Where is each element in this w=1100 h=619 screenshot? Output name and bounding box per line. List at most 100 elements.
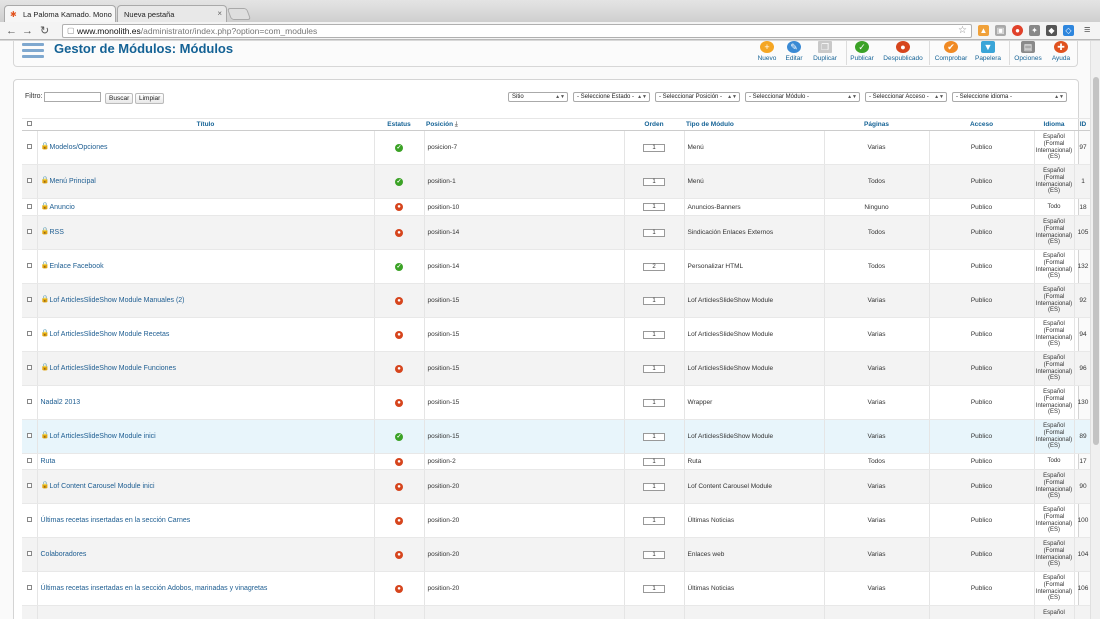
table-row[interactable]: 🔒Lof Content Carousel Module inici ● posit… [22,469,1093,504]
table-row[interactable]: 🔒Anuncio ● position-10 1 Anuncios-Banners Nin… [22,198,1093,216]
module-title-link[interactable]: Últimas recetas insertadas en la sección… [41,517,191,524]
module-title-link[interactable]: Lof ArticlesSlideShow Module Recetas [50,331,170,338]
checkin-button[interactable]: ✔ Comprobar [931,41,971,62]
order-input[interactable]: 1 [643,584,665,593]
row-checkbox-cell[interactable] [22,385,38,420]
row-checkbox-cell[interactable] [22,317,38,352]
table-row[interactable]: 🔒RSS ● position-14 1 Sindicación Enlaces Ext… [22,215,1093,250]
row-checkbox-cell[interactable] [22,249,38,284]
column-header-type[interactable]: Tipo de Módulo [684,118,824,131]
published-check-icon[interactable]: ✓ [395,432,403,441]
module-title-link[interactable]: Menú Principal [50,178,96,185]
lock-icon[interactable]: 🔒 [41,482,50,489]
unpublished-icon[interactable]: ● [395,364,403,373]
table-row[interactable]: Últimas recetas insertadas en la sección… [22,571,1093,606]
order-input[interactable]: 1 [643,457,665,466]
column-header-access[interactable]: Acceso [929,118,1034,131]
reload-icon[interactable]: ↻ [40,24,49,38]
extension-icon[interactable]: ▣ [995,25,1006,36]
module-title-link[interactable]: Lof ArticlesSlideShow Module Manuales (2… [50,297,185,304]
order-input[interactable]: 1 [643,177,665,186]
row-checkbox[interactable] [26,178,32,183]
module-title-link[interactable]: Lof Content Carousel Module inici [50,483,155,490]
published-check-icon[interactable]: ✓ [395,143,403,152]
publish-button[interactable]: ✓ Publicar [842,41,882,62]
order-input[interactable]: 1 [643,203,665,211]
clear-button[interactable]: Limpiar [135,93,165,104]
module-title-link[interactable]: RSS [50,229,64,236]
row-checkbox[interactable] [26,331,32,336]
column-header-title[interactable]: Título [37,118,374,131]
table-row[interactable]: 🔒Enlace Facebook ✓ position-14 2 Personaliza… [22,249,1093,284]
row-checkbox-cell[interactable] [22,283,38,318]
lock-icon[interactable]: 🔒 [41,296,50,303]
published-check-icon[interactable]: ✓ [395,177,403,186]
scrollbar-thumb[interactable] [1093,77,1099,445]
table-row[interactable]: Nadal2 2013 ● position-15 1 Wrapper Varias Pub… [22,385,1093,420]
row-checkbox-cell[interactable] [22,537,38,572]
status-select[interactable]: - Seleccione Estado - ▲▼ [573,92,650,102]
row-checkbox[interactable] [26,263,32,268]
order-input[interactable]: 1 [643,432,665,441]
row-checkbox[interactable] [26,458,32,463]
table-row[interactable]: Ruta ● position-2 1 Ruta Todos Publico Todo 17 [22,453,1093,470]
row-checkbox-cell[interactable] [22,419,38,454]
unpublished-icon[interactable]: ● [395,516,403,525]
unpublished-icon[interactable]: ● [395,550,403,559]
row-checkbox-cell[interactable] [22,351,38,386]
row-checkbox-cell[interactable] [22,130,38,165]
row-checkbox[interactable] [26,517,32,522]
options-button[interactable]: ▤ Opciones [1008,41,1048,62]
table-row[interactable]: 🔒Modelos/Opciones ✓ posicion-7 1 Menú Varias P… [22,130,1093,165]
row-checkbox[interactable] [26,399,32,404]
module-title-link[interactable]: Lof ArticlesSlideShow Module inici [50,433,156,440]
order-input[interactable]: 1 [643,228,665,237]
table-row[interactable]: 🔒Menú Principal ✓ position-1 1 Menú Todos Publ… [22,164,1093,199]
forward-arrow-icon[interactable]: → [22,24,33,38]
column-header-pages[interactable]: Páginas [824,118,929,131]
row-checkbox[interactable] [26,483,32,488]
shield-icon[interactable]: ◇ [1063,25,1074,36]
table-row[interactable]: 🔒Lof ArticlesSlideShow Module inici ✓ posi… [22,419,1093,454]
unpublished-icon[interactable]: ● [395,398,403,407]
language-select[interactable]: - Seleccione idioma - ▲▼ [952,92,1067,102]
unpublished-icon[interactable]: ● [395,330,403,339]
lock-icon[interactable]: 🔒 [41,262,50,269]
column-header-order[interactable]: Orden [624,118,684,131]
lock-icon[interactable]: 🔒 [41,177,50,184]
order-input[interactable]: 2 [643,262,665,271]
select-all-checkbox[interactable] [22,118,37,131]
module-title-link[interactable]: Anuncio [50,204,75,211]
table-row[interactable]: 🔒Lof ArticlesSlideShow Module Recetas ● po… [22,317,1093,352]
trash-button[interactable]: ▼ Papelera [968,41,1008,62]
table-row[interactable]: 🔒Lof ArticlesSlideShow Module Manuales (… [22,283,1093,318]
module-title-link[interactable]: Enlace Facebook [50,263,104,270]
order-input[interactable]: 1 [643,296,665,305]
row-checkbox-cell[interactable] [22,503,38,538]
table-row[interactable]: Colaboradores ● position-20 1 Enlaces web Var… [22,537,1093,572]
order-input[interactable]: 1 [643,364,665,373]
unpublished-icon[interactable]: ● [395,228,403,237]
module-select[interactable]: - Seleccionar Módulo - ▲▼ [745,92,860,102]
access-select[interactable]: - Seleccionar Acceso - ▲▼ [865,92,947,102]
unpublish-button[interactable]: ● Despublicado [879,41,927,62]
column-header-position[interactable]: Posición ⤓ [424,118,624,131]
module-title-link[interactable]: Modelos/Opciones [50,144,108,151]
row-checkbox[interactable] [26,229,32,234]
new-tab-button[interactable] [226,8,252,20]
module-title-link[interactable]: Nadal2 2013 [41,399,81,406]
row-checkbox-cell[interactable] [22,605,38,619]
pocket-icon[interactable]: ◆ [1046,25,1057,36]
row-checkbox[interactable] [26,297,32,302]
table-row[interactable]: Español [22,605,1093,619]
module-title-link[interactable]: Lof ArticlesSlideShow Module Funciones [50,365,176,372]
row-checkbox[interactable] [26,585,32,590]
row-checkbox-cell[interactable] [22,571,38,606]
row-checkbox-cell[interactable] [22,453,38,470]
browser-tab-active[interactable]: ✱ La Paloma Kamado. Mono [4,5,116,22]
page-scrollbar[interactable] [1090,41,1100,619]
lock-icon[interactable]: 🔒 [41,143,50,150]
site-select[interactable]: Sitio ▲▼ [508,92,568,102]
help-button[interactable]: ✚ Ayuda [1046,41,1076,62]
order-input[interactable]: 1 [643,516,665,525]
